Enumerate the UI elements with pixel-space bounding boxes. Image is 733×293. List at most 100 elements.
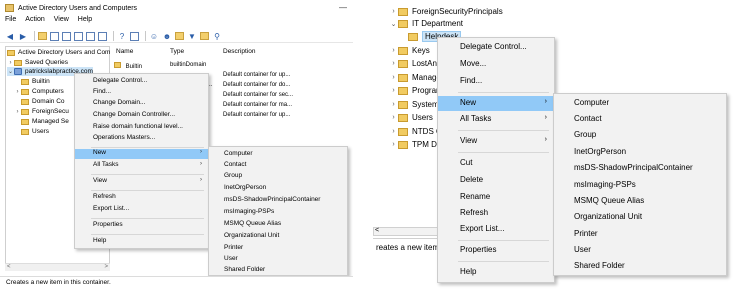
tree-item-domain-controllers[interactable]: Domain Co [14, 97, 65, 106]
chevron-right-icon[interactable]: › [389, 128, 398, 135]
menu-item-refresh[interactable]: Refresh [75, 193, 208, 203]
tree-item-it-department[interactable]: ⌄ IT Department [389, 18, 463, 29]
new-user-icon[interactable]: ☺ [149, 31, 159, 41]
new-ou-icon[interactable] [175, 32, 184, 40]
scroll-right-icon[interactable]: > [104, 264, 108, 270]
submenu-item-user[interactable]: User [554, 245, 726, 258]
forward-arrow-icon[interactable]: ▶ [18, 31, 28, 41]
scroll-left-icon[interactable]: < [375, 227, 379, 234]
back-arrow-icon[interactable]: ◀ [5, 31, 15, 41]
chevron-right-icon[interactable]: › [389, 87, 398, 94]
submenu-item-group[interactable]: Group [554, 130, 726, 143]
submenu-item-shared-folder[interactable]: Shared Folder [554, 261, 726, 274]
chevron-right-icon[interactable]: › [389, 101, 398, 108]
menu-item-export-list[interactable]: Export List... [438, 224, 554, 237]
column-header-name[interactable]: Name [116, 48, 133, 58]
tree-item-program-data[interactable]: › Progran [389, 85, 440, 96]
submenu-item-computer[interactable]: Computer [209, 150, 347, 160]
tree-item-computers[interactable]: › Computers [14, 87, 64, 96]
tree-item-users[interactable]: Users [14, 127, 49, 136]
submenu-item-ou[interactable]: Organizational Unit [209, 232, 347, 242]
submenu-item-computer[interactable]: Computer [554, 98, 726, 111]
submenu-item-user[interactable]: User [209, 255, 347, 265]
submenu-item-msmq-alias[interactable]: MSMQ Queue Alias [554, 196, 726, 209]
tree-item-ntds-quotas[interactable]: › NTDS Q [389, 126, 442, 137]
submenu-item-shadow-principal[interactable]: msDS-ShadowPrincipalContainer [209, 196, 347, 206]
menu-help[interactable]: Help [78, 16, 92, 27]
details-view-icon[interactable] [130, 31, 139, 41]
menu-item-refresh[interactable]: Refresh [438, 208, 554, 221]
menu-item-cut[interactable]: Cut [438, 158, 554, 171]
horizontal-scrollbar[interactable]: < [373, 227, 443, 236]
chevron-right-icon[interactable]: › [389, 74, 398, 81]
submenu-item-shadow-principal[interactable]: msDS-ShadowPrincipalContainer [554, 163, 726, 176]
show-tree-icon[interactable] [50, 31, 59, 41]
submenu-item-inetorgperson[interactable]: InetOrgPerson [209, 184, 347, 194]
menu-item-new[interactable]: New › [438, 96, 554, 111]
menu-item-delegate-control[interactable]: Delegate Control... [75, 77, 208, 87]
table-row[interactable]: Builtin [114, 62, 142, 71]
scroll-left-icon[interactable]: < [7, 264, 11, 270]
copy-icon[interactable] [62, 31, 71, 41]
find-icon[interactable]: ⚲ [212, 31, 222, 41]
chevron-down-icon[interactable]: ⌄ [7, 68, 14, 75]
chevron-right-icon[interactable]: › [389, 8, 398, 15]
chevron-right-icon[interactable]: › [389, 114, 398, 121]
menu-item-properties[interactable]: Properties [438, 245, 554, 258]
menu-item-rename[interactable]: Rename [438, 192, 554, 205]
chevron-right-icon[interactable]: › [389, 47, 398, 54]
menu-item-change-dc[interactable]: Change Domain Controller... [75, 111, 208, 121]
menu-item-move[interactable]: Move... [438, 59, 554, 72]
submenu-item-printer[interactable]: Printer [209, 244, 347, 254]
submenu-item-msmq-alias[interactable]: MSMQ Queue Alias [209, 220, 347, 230]
new-group-icon[interactable]: ☻ [162, 31, 172, 41]
menu-item-change-domain[interactable]: Change Domain... [75, 99, 208, 109]
menu-item-delegate-control[interactable]: Delegate Control... [438, 42, 554, 55]
menu-item-export-list[interactable]: Export List... [75, 205, 208, 215]
chevron-down-icon[interactable]: ⌄ [389, 20, 398, 28]
submenu-item-group[interactable]: Group [209, 172, 347, 182]
tree-item-managed[interactable]: › Manage [389, 72, 441, 83]
chevron-right-icon[interactable]: › [14, 89, 21, 95]
chevron-right-icon[interactable]: › [14, 109, 21, 115]
chevron-right-icon[interactable]: › [389, 141, 398, 148]
column-header-description[interactable]: Description [223, 48, 256, 58]
submenu-item-ou[interactable]: Organizational Unit [554, 212, 726, 225]
menu-item-operations-masters[interactable]: Operations Masters... [75, 134, 208, 144]
column-header-type[interactable]: Type [170, 48, 184, 58]
tree-item-foreign-security[interactable]: › ForeignSecu [14, 107, 69, 116]
menu-item-raise-level[interactable]: Raise domain functional level... [75, 123, 208, 133]
tree-item-system[interactable]: › System [389, 99, 438, 110]
menu-item-view[interactable]: View › [438, 136, 554, 149]
submenu-item-shared-folder[interactable]: Shared Folder [209, 266, 347, 276]
submenu-item-printer[interactable]: Printer [554, 229, 726, 242]
menu-item-help[interactable]: Help [438, 267, 554, 280]
delete-icon[interactable] [74, 31, 83, 41]
minimize-icon[interactable]: — [339, 3, 347, 12]
chevron-right-icon[interactable]: › [7, 60, 14, 66]
filter-icon[interactable]: ▼ [187, 31, 197, 41]
submenu-item-msimaging[interactable]: msImaging-PSPs [554, 180, 726, 193]
up-folder-icon[interactable] [38, 32, 47, 40]
properties-icon[interactable] [86, 31, 95, 41]
menu-action[interactable]: Action [25, 16, 44, 27]
menu-item-find[interactable]: Find... [438, 76, 554, 89]
horizontal-scrollbar[interactable]: < > [5, 263, 110, 271]
submenu-item-contact[interactable]: Contact [209, 161, 347, 171]
add-to-group-icon[interactable] [200, 32, 209, 40]
submenu-item-msimaging[interactable]: msImaging-PSPs [209, 208, 347, 218]
menu-item-all-tasks[interactable]: All Tasks › [438, 114, 554, 127]
help-icon[interactable]: ? [117, 31, 127, 41]
menu-item-delete[interactable]: Delete [438, 175, 554, 188]
submenu-item-inetorgperson[interactable]: InetOrgPerson [554, 147, 726, 160]
tree-root[interactable]: Active Directory Users and Com [7, 48, 110, 57]
chevron-right-icon[interactable]: › [389, 60, 398, 67]
menu-item-find[interactable]: Find... [75, 88, 208, 98]
tree-item-tpm-devices[interactable]: › TPM De [389, 139, 441, 150]
tree-item-builtin[interactable]: Builtin [14, 77, 50, 86]
menu-item-new[interactable]: New › [75, 149, 208, 159]
export-icon[interactable] [98, 31, 107, 41]
submenu-item-contact[interactable]: Contact [554, 114, 726, 127]
menu-item-view[interactable]: View › [75, 177, 208, 187]
tree-item-saved-queries[interactable]: › Saved Queries [7, 58, 69, 67]
